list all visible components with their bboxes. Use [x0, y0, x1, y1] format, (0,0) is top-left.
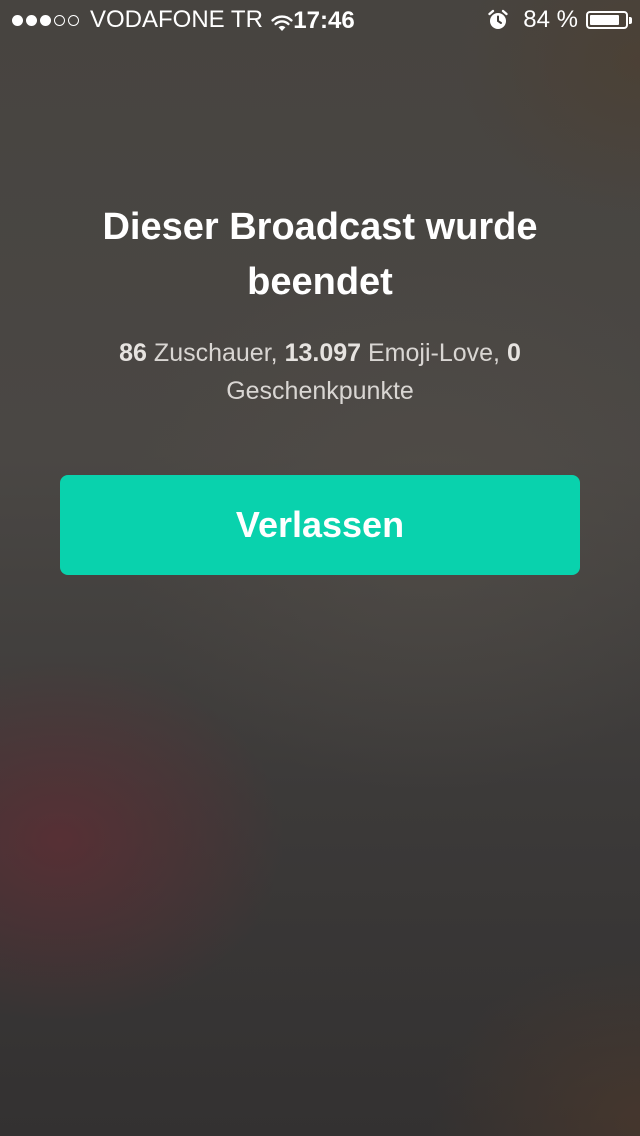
- alarm-clock-icon: [487, 9, 509, 31]
- emoji-love-label: Emoji-Love,: [367, 339, 500, 367]
- gift-points-count: 0: [506, 339, 521, 367]
- status-bar: VODAFONE TR 17:46 84 %: [0, 0, 640, 40]
- clock-time: 17:46: [293, 7, 355, 34]
- battery-icon: [586, 11, 632, 29]
- viewers-count: 86: [119, 339, 147, 367]
- battery-tip: [629, 17, 632, 24]
- broadcast-ended-title: Dieser Broadcast wurde beendet: [102, 206, 538, 303]
- leave-button[interactable]: Verlassen: [60, 475, 580, 575]
- battery-level-fill: [590, 15, 619, 25]
- emoji-love-count: 13.097: [284, 339, 362, 367]
- status-right: 84 %: [487, 6, 632, 33]
- gift-points-label: Geschenkpunkte: [226, 377, 414, 405]
- broadcast-stats: 86 Zuschauer, 13.097 Emoji-Love, 0 Gesch…: [60, 334, 580, 410]
- viewers-label: Zuschauer,: [153, 339, 278, 367]
- battery-percentage: 84 %: [523, 6, 578, 33]
